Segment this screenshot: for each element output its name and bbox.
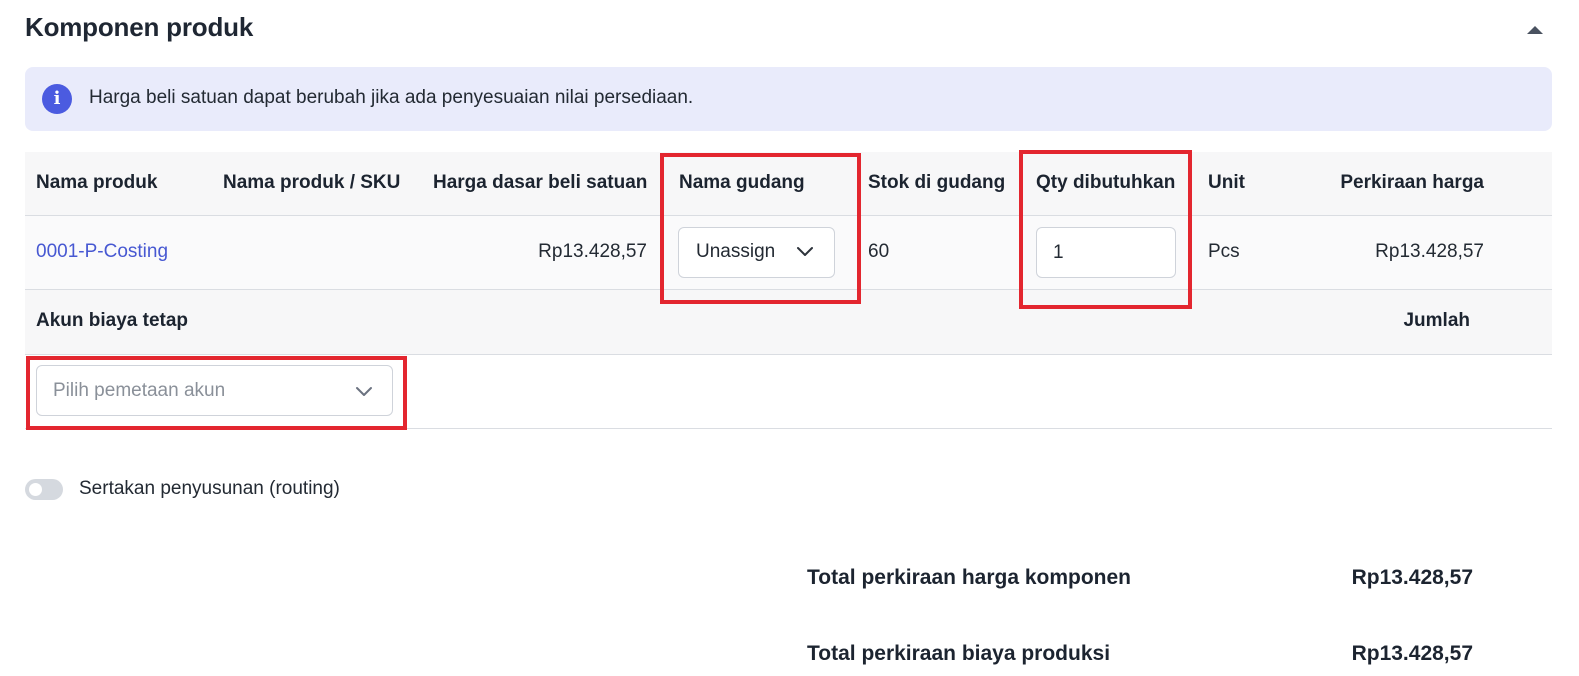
stock-value: 60 [868, 241, 890, 262]
col-base-price: Harga dasar beli satuan [433, 172, 648, 193]
chevron-down-icon [356, 387, 372, 396]
col-stock: Stok di gudang [868, 172, 1006, 193]
info-text: Harga beli satuan dapat berubah jika ada… [89, 87, 694, 108]
warehouse-select-value: Unassigned [696, 241, 776, 262]
fixed-cost-header [25, 290, 1552, 355]
caret-up-icon[interactable] [1525, 22, 1545, 36]
col-warehouse: Nama gudang [679, 172, 805, 193]
product-code-link[interactable]: 0001-P-Costing [36, 241, 168, 263]
col-qty: Qty dibutuhkan [1036, 172, 1176, 193]
total-production-label: Total perkiraan biaya produksi [807, 642, 1111, 665]
col-product-sku: Nama produk / SKU [223, 172, 401, 193]
routing-toggle-label: Sertakan penyusunan (routing) [79, 478, 340, 499]
total-production-value: Rp13.428,57 [1351, 642, 1473, 665]
col-fixed-cost-account: Akun biaya tetap [36, 310, 189, 331]
unit-value: Pcs [1208, 241, 1240, 262]
col-estimated-price: Perkiraan harga [1340, 172, 1484, 193]
estimated-price: Rp13.428,57 [1375, 241, 1484, 262]
base-price: Rp13.428,57 [538, 241, 647, 262]
chevron-down-icon [797, 247, 813, 256]
section-title: Komponen produk [25, 12, 254, 42]
col-amount: Jumlah [1403, 310, 1470, 331]
info-icon: i [42, 84, 72, 114]
col-unit: Unit [1208, 172, 1245, 193]
qty-input[interactable] [1036, 227, 1176, 278]
total-component-value: Rp13.428,57 [1351, 566, 1473, 589]
routing-toggle-knob [29, 483, 42, 496]
total-component-label: Total perkiraan harga komponen [807, 566, 1132, 589]
col-product-name: Nama produk [36, 172, 158, 193]
account-mapping-placeholder: Pilih pemetaan akun [53, 380, 226, 401]
